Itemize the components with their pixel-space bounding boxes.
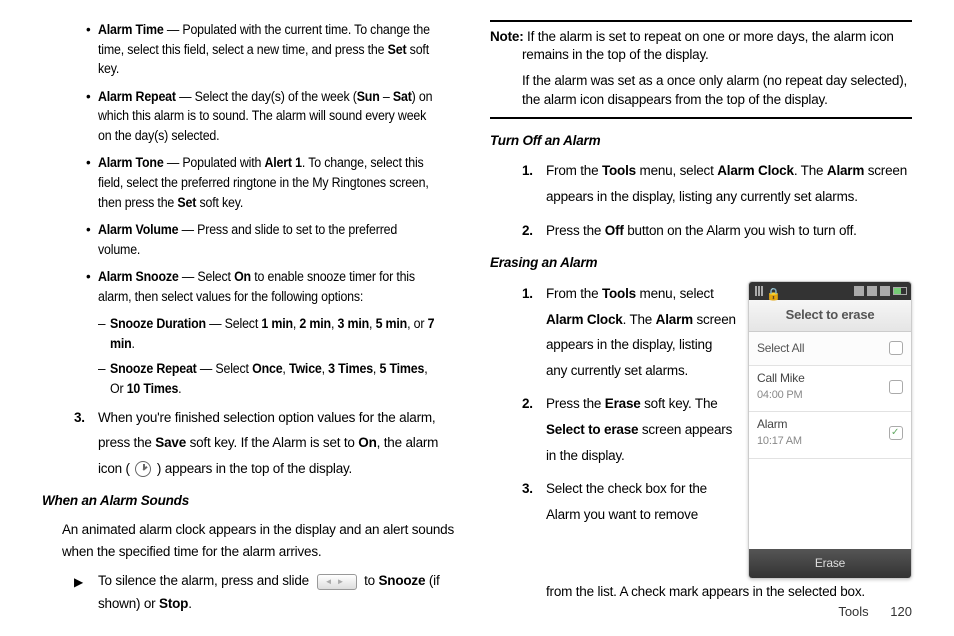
status-icon <box>867 286 877 296</box>
checkbox-icon[interactable] <box>889 380 903 394</box>
phone-row-alarm[interactable]: Alarm 10:17 AM <box>749 412 911 458</box>
arrow-icon: ▶ <box>74 572 83 592</box>
turnoff-step-1: 1.From the Tools menu, select Alarm Cloc… <box>490 158 912 209</box>
phone-title: Select to erase <box>749 300 911 332</box>
bullet-alarm-repeat: Alarm Repeat — Select the day(s) of the … <box>42 87 464 146</box>
sub-snooze-repeat: Snooze Repeat — Select Once, Twice, 3 Ti… <box>42 359 464 398</box>
checkbox-icon[interactable] <box>889 426 903 440</box>
sub-snooze-duration: Snooze Duration — Select 1 min, 2 min, 3… <box>42 314 464 353</box>
phone-status-bar: 🔒 <box>749 282 911 300</box>
footer-page: 120 <box>890 604 912 619</box>
left-column: Alarm Time — Populated with the current … <box>42 20 464 624</box>
slider-icon <box>317 574 357 590</box>
para-alarm-sounds: An animated alarm clock appears in the d… <box>62 519 464 562</box>
bullet-alarm-tone: Alarm Tone — Populated with Alert 1. To … <box>42 153 464 212</box>
erase-step-2: 2.Press the Erase soft key. The Select t… <box>490 391 736 468</box>
erase-step-3-part1: 3.Select the check box for the Alarm you… <box>490 476 736 527</box>
erase-step-3-part2: from the list. A check mark appears in t… <box>490 579 912 605</box>
footer-section: Tools <box>838 604 868 619</box>
bullet-alarm-snooze: Alarm Snooze — Select On to enable snooz… <box>42 267 464 306</box>
status-icon <box>880 286 890 296</box>
battery-icon <box>893 287 907 295</box>
note-label: Note: <box>490 29 524 44</box>
label: Alarm Time <box>98 22 164 37</box>
heading-turn-off-alarm: Turn Off an Alarm <box>490 131 912 151</box>
phone-screenshot: 🔒 Select to erase Select All Call Mike 0… <box>748 281 912 579</box>
right-column: Note: If the alarm is set to repeat on o… <box>490 20 912 624</box>
heading-when-alarm-sounds: When an Alarm Sounds <box>42 491 464 511</box>
lock-icon: 🔒 <box>766 286 776 296</box>
bullet-alarm-volume: Alarm Volume — Press and slide to set to… <box>42 220 464 259</box>
turnoff-step-2: 2.Press the Off button on the Alarm you … <box>490 218 912 244</box>
page-footer: Tools 120 <box>838 603 912 622</box>
checkbox-icon[interactable] <box>889 341 903 355</box>
clock-icon <box>135 461 151 477</box>
heading-erasing-alarm: Erasing an Alarm <box>490 253 912 273</box>
note-box: Note: If the alarm is set to repeat on o… <box>490 20 912 119</box>
signal-icon <box>753 286 763 296</box>
phone-row-select-all[interactable]: Select All <box>749 332 911 366</box>
arrow-silence: ▶ To silence the alarm, press and slide … <box>42 570 464 616</box>
erase-step-1: 1.From the Tools menu, select Alarm Cloc… <box>490 281 736 384</box>
phone-row-call-mike[interactable]: Call Mike 04:00 PM <box>749 366 911 412</box>
step-3: 3.When you're finished selection option … <box>42 405 464 482</box>
bullet-alarm-time: Alarm Time — Populated with the current … <box>42 20 464 79</box>
status-icon <box>854 286 864 296</box>
phone-softkey-erase[interactable]: Erase <box>749 549 911 578</box>
